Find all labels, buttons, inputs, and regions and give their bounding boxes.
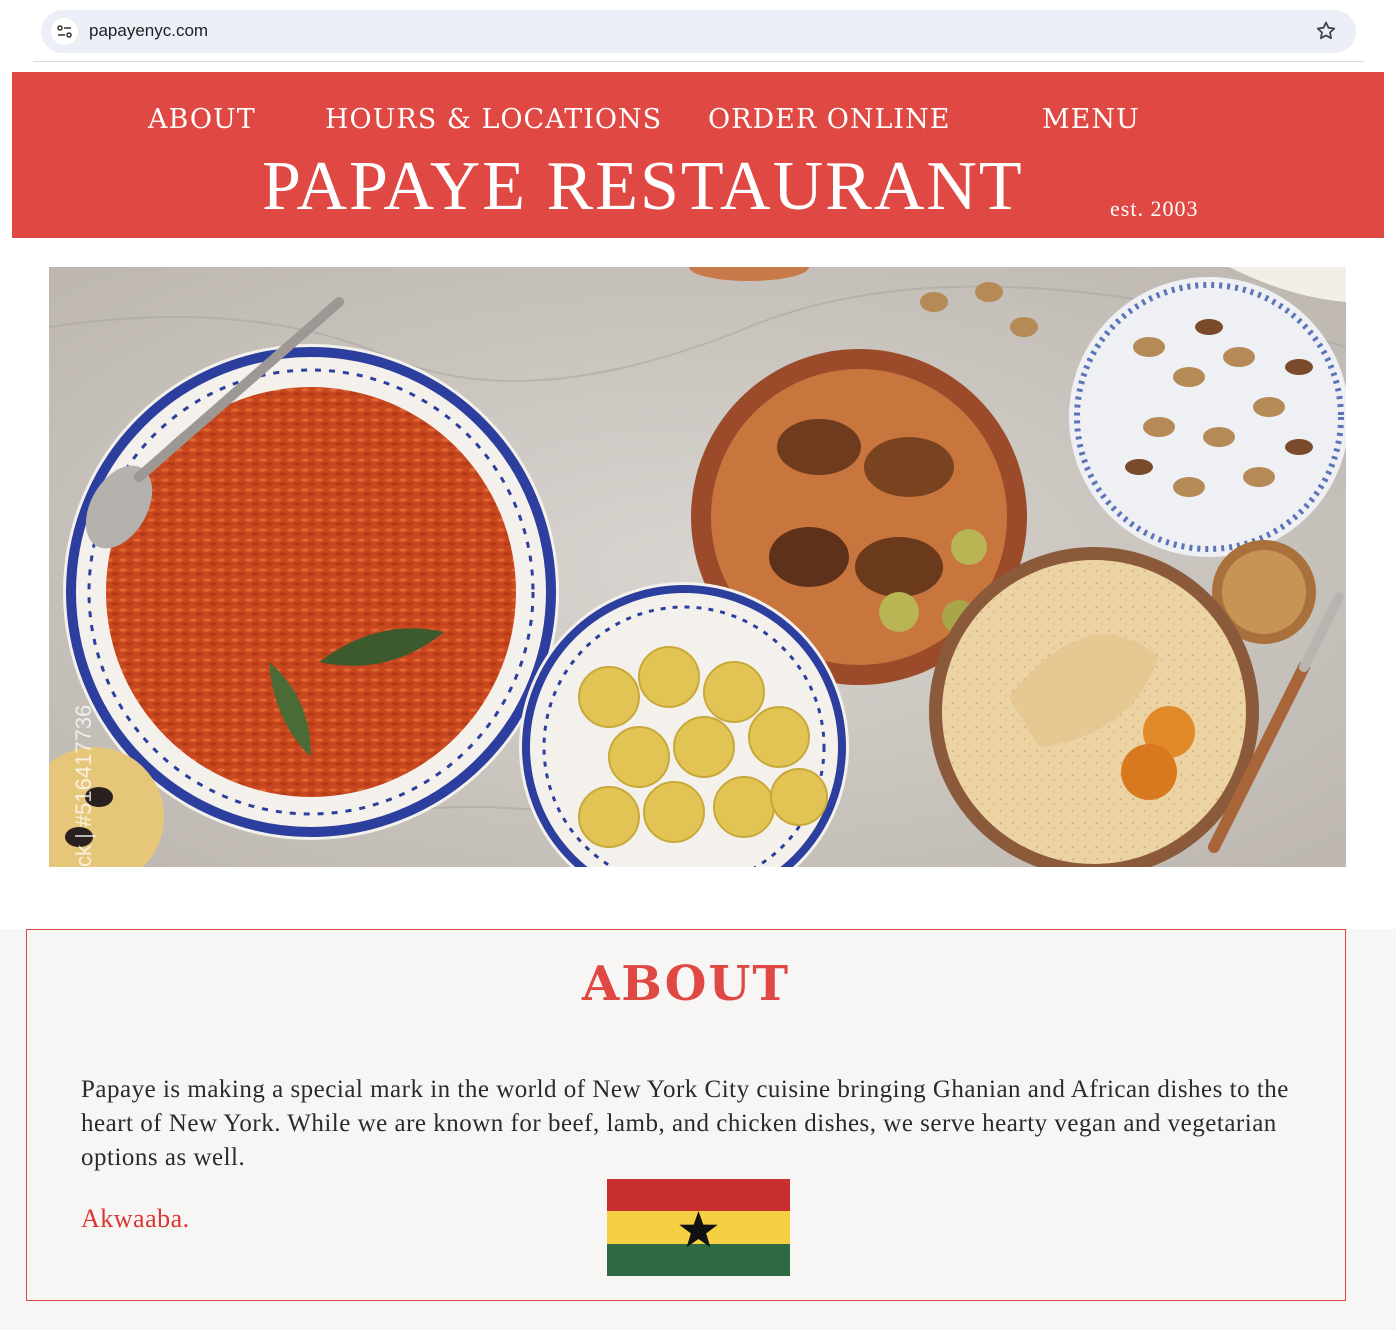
greeting-text: Akwaaba. [81,1204,190,1233]
site-title: PAPAYE RESTAURANT [262,148,1024,225]
star-outline-icon[interactable] [1314,19,1338,43]
toolbar-divider [33,61,1364,62]
about-description: Papaye is making a special mark in the w… [81,1076,1289,1171]
about-section: ABOUT Papaye is making a special mark in… [26,929,1346,1301]
image-watermark: ck | #516417736 [71,705,96,867]
site-header: ABOUT HOURS & LOCATIONS ORDER ONLINE MEN… [12,72,1384,238]
nav-about[interactable]: ABOUT [148,104,256,135]
nav-order-online[interactable]: ORDER ONLINE [708,104,950,135]
ghana-flag-icon [607,1179,790,1276]
url-text[interactable]: papayenyc.com [89,21,208,41]
site-info-button[interactable] [51,18,78,45]
nav-menu[interactable]: MENU [1042,104,1140,135]
established-date: est. 2003 [1110,196,1199,221]
tune-icon [57,25,72,38]
nav-hours-locations[interactable]: HOURS & LOCATIONS [325,104,662,135]
about-heading: ABOUT [581,956,791,1012]
address-bar[interactable]: papayenyc.com [41,10,1356,53]
hero-food-image: ck | #516417736 [49,267,1346,867]
